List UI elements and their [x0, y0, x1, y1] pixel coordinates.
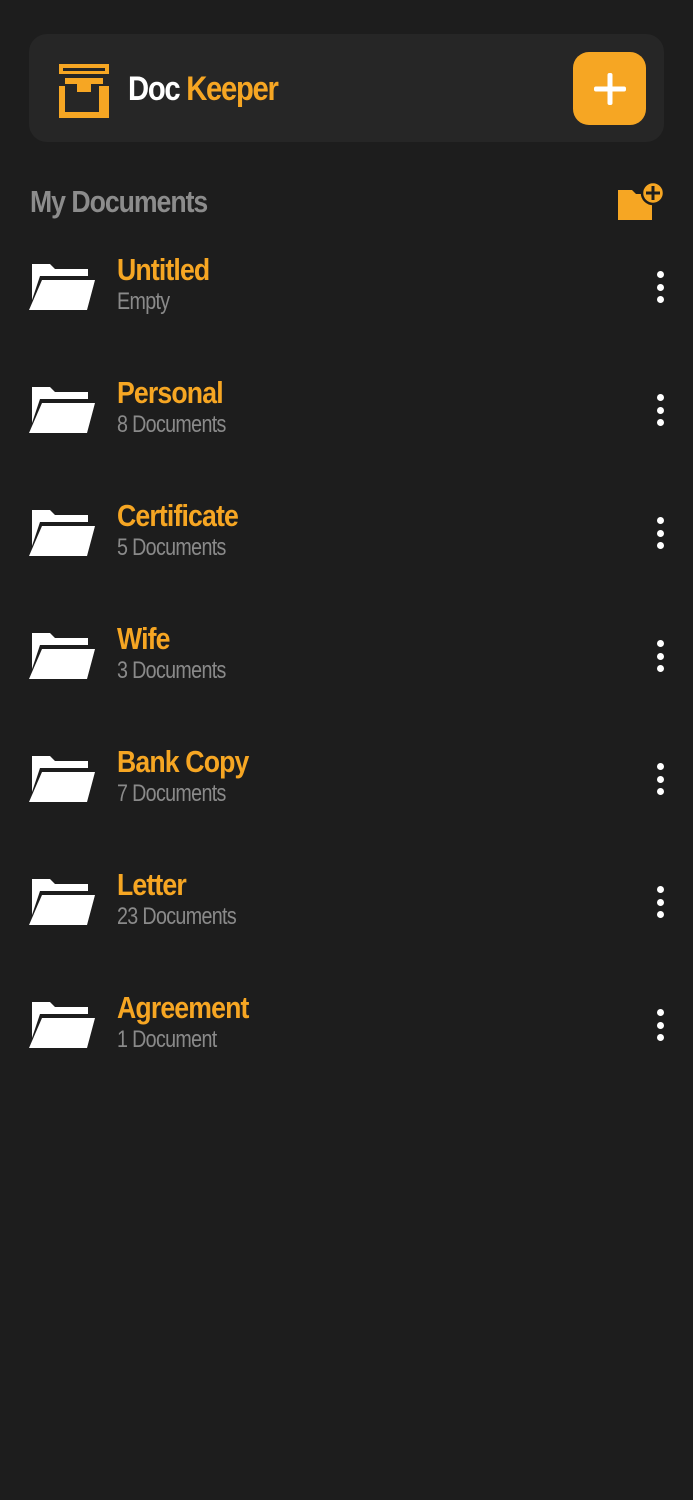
- folder-count: 3 Documents: [117, 657, 226, 684]
- folder-count: 8 Documents: [117, 411, 226, 438]
- open-folder-icon: [29, 1002, 95, 1048]
- more-options-button[interactable]: [645, 513, 675, 553]
- folder-count: 7 Documents: [117, 780, 226, 807]
- more-options-button[interactable]: [645, 759, 675, 799]
- folder-name: Letter: [117, 867, 187, 902]
- open-folder-icon: [29, 756, 95, 802]
- more-vertical-icon: [656, 394, 664, 401]
- plus-icon: [593, 72, 626, 105]
- section-title: My Documents: [30, 184, 208, 219]
- folder-plus-icon: [618, 180, 666, 220]
- more-options-button[interactable]: [645, 390, 675, 430]
- folder-count: 5 Documents: [117, 534, 226, 561]
- folder-item-untitled[interactable]: Untitled Empty: [0, 237, 693, 337]
- folder-name: Untitled: [117, 252, 210, 287]
- more-options-button[interactable]: [645, 267, 675, 307]
- folder-name: Bank Copy: [117, 744, 249, 779]
- folder-item-wife[interactable]: Wife 3 Documents: [0, 606, 693, 706]
- app-screen: Doc Keeper My Documents Untitled Empty P…: [0, 0, 693, 1500]
- new-folder-button[interactable]: [616, 180, 666, 222]
- more-vertical-icon: [656, 1009, 664, 1016]
- folder-name: Agreement: [117, 990, 249, 1025]
- app-title-keeper: Keeper: [186, 70, 279, 108]
- app-header: Doc Keeper: [29, 34, 664, 142]
- folder-item-certificate[interactable]: Certificate 5 Documents: [0, 483, 693, 583]
- folder-item-personal[interactable]: Personal 8 Documents: [0, 360, 693, 460]
- folder-item-bank-copy[interactable]: Bank Copy 7 Documents: [0, 729, 693, 829]
- more-options-button[interactable]: [645, 1005, 675, 1045]
- app-title: Doc Keeper: [128, 68, 279, 110]
- more-options-button[interactable]: [645, 636, 675, 676]
- folder-count: Empty: [117, 288, 170, 315]
- more-vertical-icon: [656, 886, 664, 893]
- open-folder-icon: [29, 387, 95, 433]
- more-vertical-icon: [656, 517, 664, 524]
- more-vertical-icon: [656, 763, 664, 770]
- open-folder-icon: [29, 879, 95, 925]
- open-folder-icon: [29, 264, 95, 310]
- more-options-button[interactable]: [645, 882, 675, 922]
- folder-count: 1 Document: [117, 1026, 217, 1053]
- folder-name: Personal: [117, 375, 224, 410]
- more-vertical-icon: [656, 640, 664, 647]
- open-folder-icon: [29, 633, 95, 679]
- folder-name: Certificate: [117, 498, 239, 533]
- open-folder-icon: [29, 510, 95, 556]
- more-vertical-icon: [656, 271, 664, 278]
- folder-count: 23 Documents: [117, 903, 237, 930]
- app-title-doc: Doc: [128, 70, 181, 108]
- folder-name: Wife: [117, 621, 170, 656]
- folder-item-agreement[interactable]: Agreement 1 Document: [0, 975, 693, 1075]
- folder-item-letter[interactable]: Letter 23 Documents: [0, 852, 693, 952]
- add-document-button[interactable]: [573, 52, 646, 125]
- doc-keeper-logo-icon: [59, 64, 109, 118]
